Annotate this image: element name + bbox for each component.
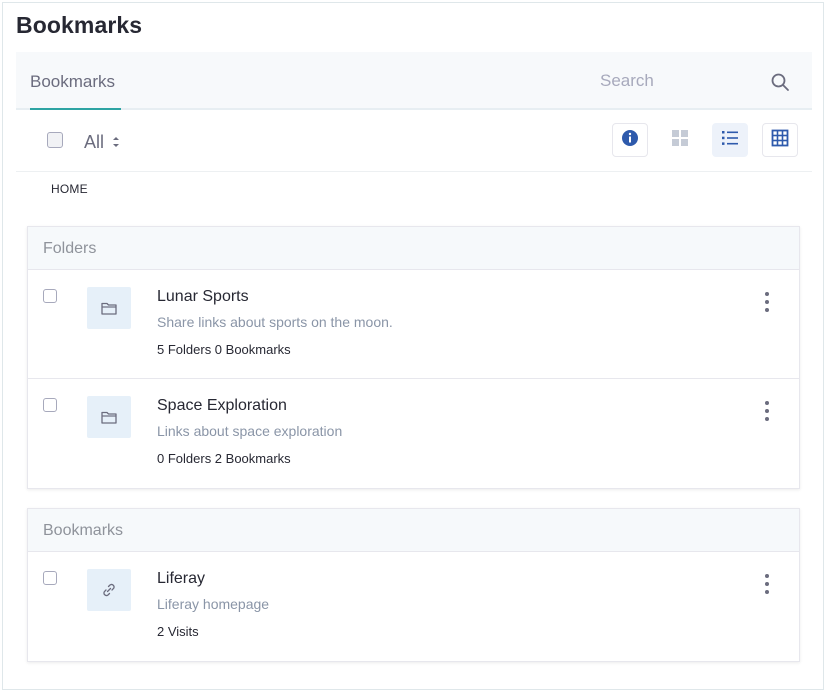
search-icon[interactable]	[770, 72, 790, 92]
entry-title[interactable]: Lunar Sports	[157, 288, 249, 306]
bookmarks-panel: Bookmarks Liferay Liferay homepage 2 Vis…	[27, 508, 800, 662]
page-title: Bookmarks	[16, 12, 143, 38]
tab-bookmarks[interactable]: Bookmarks	[30, 72, 115, 92]
kebab-menu-icon[interactable]	[762, 401, 772, 421]
list-view-icon	[721, 129, 739, 152]
cards-view-icon	[671, 129, 689, 152]
folders-panel: Folders Lunar Sports Share links about s…	[27, 226, 800, 489]
kebab-menu-icon[interactable]	[762, 574, 772, 594]
folders-header-label: Folders	[43, 240, 97, 257]
entry-meta: 2 Visits	[157, 624, 199, 639]
info-icon	[621, 129, 639, 152]
row-checkbox[interactable]	[43, 398, 57, 412]
table-view-icon	[771, 129, 789, 152]
list-item[interactable]: Liferay Liferay homepage 2 Visits	[28, 552, 799, 661]
folder-icon	[87, 287, 131, 329]
list-item[interactable]: Space Exploration Links about space expl…	[28, 379, 799, 488]
search-input[interactable]	[588, 62, 788, 100]
management-toolbar: All	[16, 111, 812, 172]
entry-meta: 5 Folders 0 Bookmarks	[157, 342, 291, 357]
entry-title[interactable]: Liferay	[157, 570, 205, 588]
row-checkbox[interactable]	[43, 571, 57, 585]
caret-double-icon[interactable]	[112, 135, 120, 149]
entry-description: Share links about sports on the moon.	[157, 314, 393, 330]
select-all-checkbox[interactable]	[47, 132, 63, 148]
list-view-button[interactable]	[712, 123, 748, 157]
entry-meta: 0 Folders 2 Bookmarks	[157, 451, 291, 466]
entry-description: Liferay homepage	[157, 596, 270, 612]
navigation-bar: Bookmarks	[16, 52, 812, 110]
filter-dropdown-label[interactable]: All	[84, 132, 104, 153]
entry-description: Links about space exploration	[157, 423, 343, 439]
list-item[interactable]: Lunar Sports Share links about sports on…	[28, 270, 799, 379]
entry-title[interactable]: Space Exploration	[157, 397, 287, 415]
table-view-button[interactable]	[762, 123, 798, 157]
active-tab-indicator	[30, 108, 121, 110]
link-icon	[87, 569, 131, 611]
folder-icon	[87, 396, 131, 438]
breadcrumb-home[interactable]: HOME	[51, 182, 88, 196]
bookmarks-panel-header: Bookmarks	[28, 509, 799, 552]
cards-view-button[interactable]	[662, 123, 698, 157]
info-button[interactable]	[612, 123, 648, 157]
bookmarks-header-label: Bookmarks	[43, 522, 124, 539]
folders-panel-header: Folders	[28, 227, 799, 270]
row-checkbox[interactable]	[43, 289, 57, 303]
kebab-menu-icon[interactable]	[762, 292, 772, 312]
